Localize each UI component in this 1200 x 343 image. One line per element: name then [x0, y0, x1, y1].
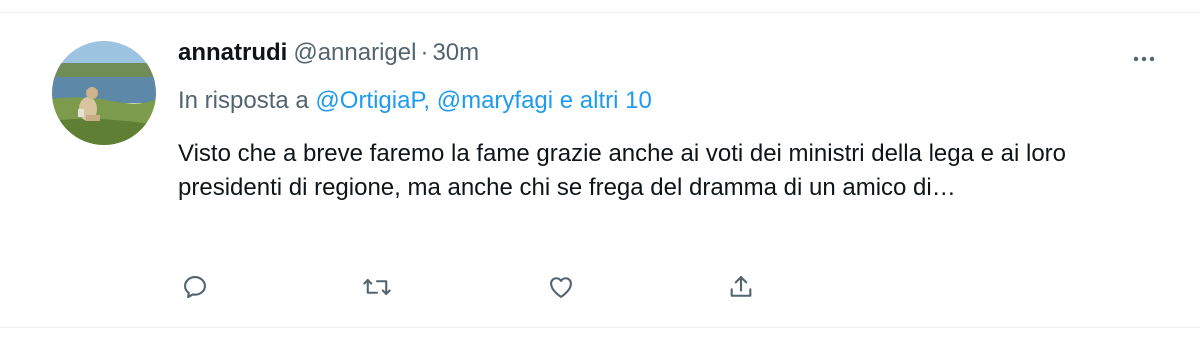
bottom-divider: [0, 327, 1200, 328]
action-bar: [176, 271, 776, 303]
heart-icon: [550, 277, 572, 298]
separator-dot: ·: [420, 39, 429, 66]
reply-others-link[interactable]: e altri 10: [560, 87, 652, 114]
reply-button[interactable]: [178, 271, 212, 303]
more-button[interactable]: [1128, 43, 1160, 75]
tweet-header: annatrudi @annarigel · 30m: [178, 39, 479, 73]
author-name[interactable]: annatrudi: [178, 39, 287, 67]
reply-context: In risposta a @OrtigiaP, @maryfagi e alt…: [178, 87, 652, 115]
share-icon: [730, 276, 752, 297]
retweet-button[interactable]: [360, 271, 394, 303]
reply-mention-ortigiap[interactable]: @OrtigiaP,: [315, 87, 430, 114]
reply-mention-maryfagi[interactable]: @maryfagi: [437, 87, 553, 114]
reply-icon: [184, 276, 206, 299]
tweet[interactable]: annatrudi @annarigel · 30m In risposta a…: [0, 13, 1200, 327]
retweet-icon: [363, 279, 391, 295]
share-button[interactable]: [724, 271, 758, 303]
avatar-photo: [52, 41, 156, 145]
more-dots-icon: [1133, 56, 1155, 62]
tweet-text: Visto che a breve faremo la fame grazie …: [178, 140, 1067, 201]
author-handle[interactable]: @annarigel: [293, 39, 416, 67]
avatar[interactable]: [52, 41, 156, 145]
timestamp[interactable]: 30m: [432, 39, 479, 67]
reply-prefix: In risposta a: [178, 87, 309, 114]
like-button[interactable]: [544, 271, 578, 303]
